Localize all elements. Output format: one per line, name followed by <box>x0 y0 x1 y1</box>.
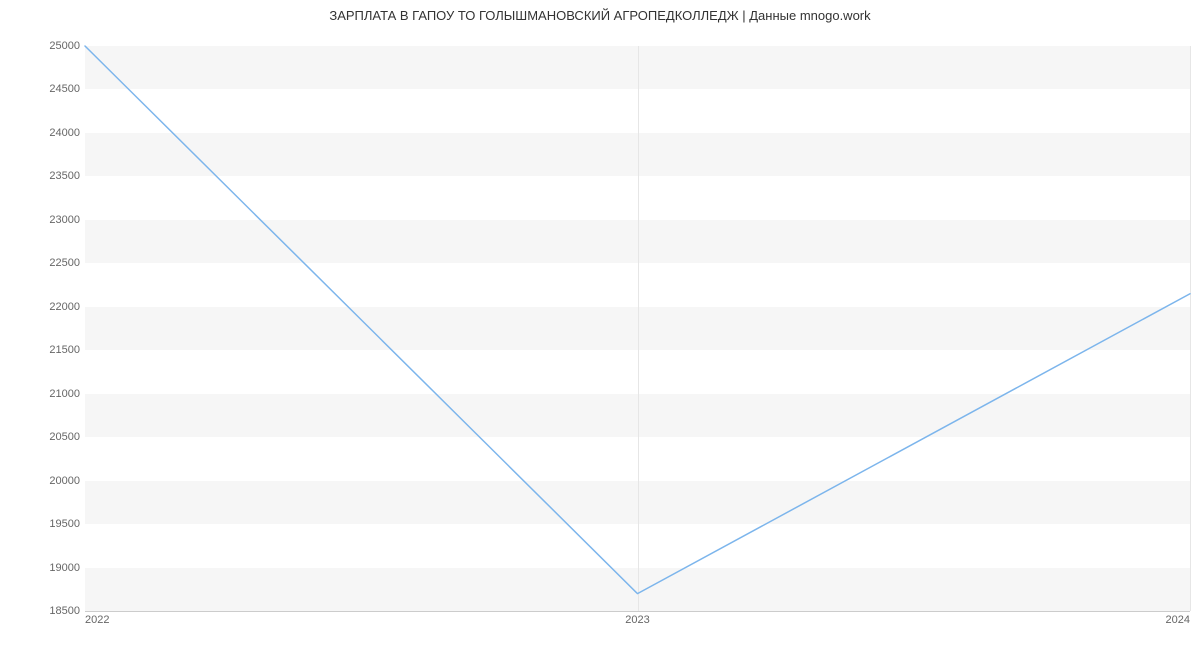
y-axis: 1850019000195002000020500210002150022000… <box>0 46 80 611</box>
y-tick-label: 25000 <box>49 40 80 52</box>
y-tick-label: 20500 <box>49 431 80 443</box>
y-tick-label: 21000 <box>49 388 80 400</box>
x-gridline <box>1190 46 1191 611</box>
chart-title: ЗАРПЛАТА В ГАПОУ ТО ГОЛЫШМАНОВСКИЙ АГРОП… <box>0 8 1200 23</box>
y-tick-label: 23000 <box>49 214 80 226</box>
y-tick-label: 18500 <box>49 605 80 617</box>
plot-area <box>85 46 1190 612</box>
y-tick-label: 21500 <box>49 344 80 356</box>
x-tick-label: 2024 <box>1166 614 1190 626</box>
x-tick-label: 2022 <box>85 614 109 626</box>
y-tick-label: 19500 <box>49 518 80 530</box>
series-path <box>85 46 1190 594</box>
salary-chart: ЗАРПЛАТА В ГАПОУ ТО ГОЛЫШМАНОВСКИЙ АГРОП… <box>0 0 1200 650</box>
y-tick-label: 22500 <box>49 257 80 269</box>
x-tick-label: 2023 <box>625 614 649 626</box>
y-tick-label: 24000 <box>49 127 80 139</box>
line-series <box>85 46 1190 611</box>
y-tick-label: 20000 <box>49 475 80 487</box>
y-tick-label: 23500 <box>49 170 80 182</box>
y-tick-label: 19000 <box>49 562 80 574</box>
y-tick-label: 22000 <box>49 301 80 313</box>
x-axis: 2022 2023 2024 <box>85 614 1190 634</box>
y-tick-label: 24500 <box>49 83 80 95</box>
